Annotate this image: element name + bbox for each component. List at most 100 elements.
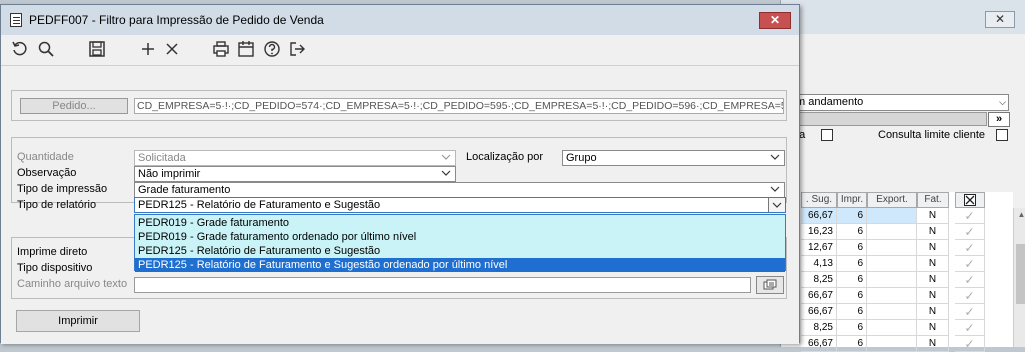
cell-fat: N bbox=[917, 304, 949, 320]
table-row[interactable]: 66,67 6 N ✓ bbox=[801, 336, 1013, 352]
status-select[interactable]: m andamento ⌵ bbox=[793, 94, 1009, 111]
dropdown-toggle[interactable] bbox=[768, 198, 785, 212]
table-row[interactable]: 66,67 6 N ✓ bbox=[801, 208, 1013, 224]
help-icon[interactable] bbox=[262, 39, 282, 59]
calendar-icon[interactable] bbox=[236, 39, 256, 59]
cell-export bbox=[867, 224, 917, 240]
cell-sug: 66,67 bbox=[801, 304, 837, 320]
observacao-select[interactable]: Não imprimir bbox=[134, 166, 456, 182]
chevron-down-icon: ⌵ bbox=[999, 97, 1006, 107]
pedido-button[interactable]: Pedido... bbox=[20, 98, 128, 114]
cell-sug: 66,67 bbox=[801, 288, 837, 304]
orders-grid: . Sug. Impr. Export. Fat. 66,67 6 N ✓ 16,23 6… bbox=[801, 192, 1025, 352]
grid-header-fat[interactable]: Fat. bbox=[917, 192, 949, 208]
dialog-content: Pedido... CD_EMPRESA=5·!·;CD_PEDIDO=574·… bbox=[1, 65, 799, 344]
cell-export bbox=[867, 256, 917, 272]
cell-sug: 8,25 bbox=[801, 272, 837, 288]
cell-export bbox=[867, 304, 917, 320]
folder-icon bbox=[763, 279, 777, 290]
browse-button[interactable] bbox=[756, 276, 784, 294]
cell-sug: 12,67 bbox=[801, 240, 837, 256]
cell-impr: 6 bbox=[837, 336, 867, 352]
refresh-icon[interactable] bbox=[10, 39, 30, 59]
cell-impr: 6 bbox=[837, 304, 867, 320]
dialog-title: PEDFF007 - Filtro para Impressão de Pedi… bbox=[29, 13, 324, 27]
cell-sug: 66,67 bbox=[801, 336, 837, 352]
row-checkbox[interactable]: ✓ bbox=[955, 256, 985, 272]
table-row[interactable]: 66,67 6 N ✓ bbox=[801, 304, 1013, 320]
status-select-value: m andamento bbox=[796, 96, 864, 108]
dropdown-option[interactable]: PEDR125 - Relatório de Faturamento e Sug… bbox=[135, 244, 785, 258]
table-row[interactable]: 12,67 6 N ✓ bbox=[801, 240, 1013, 256]
cell-export bbox=[867, 272, 917, 288]
grid-header: . Sug. Impr. Export. Fat. bbox=[801, 192, 1013, 208]
save-icon[interactable] bbox=[87, 39, 107, 59]
scroll-thumb[interactable] bbox=[1016, 244, 1025, 304]
background-titlebar: ✕ bbox=[781, 0, 1025, 34]
dialog-titlebar: PEDFF007 - Filtro para Impressão de Pedi… bbox=[1, 5, 799, 35]
grid-header-impr[interactable]: Impr. bbox=[837, 192, 867, 208]
cell-impr: 6 bbox=[837, 272, 867, 288]
chevron-down-icon bbox=[441, 170, 451, 176]
table-row[interactable]: 66,67 6 N ✓ bbox=[801, 288, 1013, 304]
background-close-button[interactable]: ✕ bbox=[985, 11, 1015, 28]
search-icon[interactable] bbox=[36, 39, 56, 59]
dropdown-option-selected[interactable]: PEDR125 - Relatório de Faturamento e Sug… bbox=[135, 258, 785, 272]
grid-header-sug[interactable]: . Sug. bbox=[801, 192, 837, 208]
row-checkbox[interactable]: ✓ bbox=[955, 208, 985, 224]
tipo-dispositivo-label: Tipo dispositivo bbox=[17, 262, 93, 274]
grid-header-export[interactable]: Export. bbox=[867, 192, 917, 208]
localizacao-select[interactable]: Grupo bbox=[562, 150, 785, 166]
scroll-up-icon[interactable]: ▲ bbox=[1014, 208, 1025, 222]
imprime-direto-label: Imprime direto bbox=[17, 246, 88, 258]
imprimir-button[interactable]: Imprimir bbox=[16, 310, 140, 332]
row-checkbox[interactable]: ✓ bbox=[955, 304, 985, 320]
check1-checkbox[interactable] bbox=[821, 129, 833, 141]
pedido-group: Pedido... CD_EMPRESA=5·!·;CD_PEDIDO=574·… bbox=[11, 90, 787, 121]
cell-fat: N bbox=[917, 240, 949, 256]
background-filter-field[interactable] bbox=[793, 112, 987, 126]
expand-button[interactable]: » bbox=[988, 112, 1010, 127]
table-row[interactable]: 16,23 6 N ✓ bbox=[801, 224, 1013, 240]
cell-export bbox=[867, 336, 917, 352]
delete-icon[interactable] bbox=[162, 39, 182, 59]
quantidade-select[interactable]: Solicitada bbox=[134, 150, 456, 166]
table-row[interactable]: 4,13 6 N ✓ bbox=[801, 256, 1013, 272]
cell-impr: 6 bbox=[837, 208, 867, 224]
exit-icon[interactable] bbox=[287, 39, 307, 59]
row-checkbox[interactable]: ✓ bbox=[955, 272, 985, 288]
print-icon[interactable] bbox=[211, 39, 231, 59]
tipo-impressao-value: Grade faturamento bbox=[138, 184, 231, 196]
cell-fat: N bbox=[917, 224, 949, 240]
checkbox-x-icon bbox=[964, 194, 976, 206]
chevron-down-icon bbox=[770, 186, 780, 192]
grid-scrollbar[interactable]: ▲ bbox=[1013, 208, 1025, 347]
cell-impr: 6 bbox=[837, 288, 867, 304]
row-checkbox[interactable]: ✓ bbox=[955, 224, 985, 240]
pedido-value-field[interactable]: CD_EMPRESA=5·!·;CD_PEDIDO=574·;CD_EMPRES… bbox=[134, 98, 784, 114]
cell-impr: 6 bbox=[837, 240, 867, 256]
tipo-relatorio-label: Tipo de relatório bbox=[17, 199, 97, 211]
cell-fat: N bbox=[917, 336, 949, 352]
grid-header-select-all[interactable] bbox=[955, 192, 985, 208]
table-row[interactable]: 8,25 6 N ✓ bbox=[801, 272, 1013, 288]
cell-export bbox=[867, 320, 917, 336]
observacao-label: Observação bbox=[17, 167, 77, 179]
dropdown-option[interactable]: PEDR019 - Grade faturamento bbox=[135, 216, 785, 230]
close-button[interactable]: ✕ bbox=[759, 12, 791, 29]
add-icon[interactable] bbox=[138, 39, 158, 59]
row-checkbox[interactable]: ✓ bbox=[955, 320, 985, 336]
row-checkbox[interactable]: ✓ bbox=[955, 240, 985, 256]
cell-sug: 8,25 bbox=[801, 320, 837, 336]
dropdown-option[interactable]: PEDR019 - Grade faturamento ordenado por… bbox=[135, 230, 785, 244]
table-row[interactable]: 8,25 6 N ✓ bbox=[801, 320, 1013, 336]
consulta-limite-label: Consulta limite cliente bbox=[878, 129, 985, 141]
consulta-limite-checkbox[interactable] bbox=[996, 129, 1008, 141]
cell-fat: N bbox=[917, 256, 949, 272]
tipo-impressao-select[interactable]: Grade faturamento bbox=[134, 182, 785, 198]
tipo-impressao-label: Tipo de impressão bbox=[17, 183, 108, 195]
row-checkbox[interactable]: ✓ bbox=[955, 336, 985, 352]
row-checkbox[interactable]: ✓ bbox=[955, 288, 985, 304]
tipo-relatorio-select[interactable]: PEDR125 - Relatório de Faturamento e Sug… bbox=[134, 197, 786, 213]
caminho-arquivo-input[interactable] bbox=[134, 277, 751, 293]
